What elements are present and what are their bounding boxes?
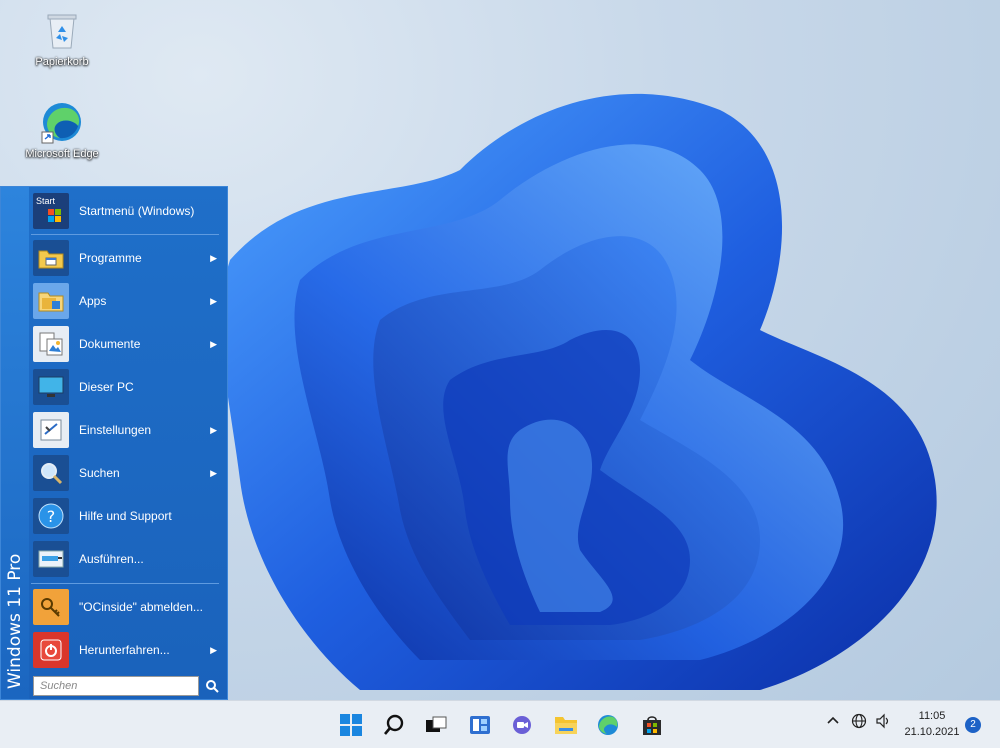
menu-item-hilfe-und-support[interactable]: ? Hilfe und Support (31, 495, 227, 537)
monitor-icon (33, 369, 69, 405)
start-menu-side-band: Windows 11 Pro (1, 187, 29, 699)
edge-icon (40, 100, 84, 144)
store-icon[interactable] (638, 711, 666, 739)
power-icon (33, 632, 69, 668)
settings-icon (33, 412, 69, 448)
submenu-arrow-icon: ▶ (210, 644, 217, 655)
taskbar-search-icon[interactable] (380, 711, 408, 739)
logoff-key-icon (33, 589, 69, 625)
menu-item-label: Startmenü (Windows) (79, 204, 195, 218)
help-icon: ? (33, 498, 69, 534)
edge-taskbar-icon[interactable] (594, 711, 622, 739)
submenu-arrow-icon: ▶ (210, 252, 217, 263)
desktop-icon-edge[interactable]: Microsoft Edge (17, 100, 107, 160)
menu-item-label: Hilfe und Support (79, 509, 172, 523)
desktop-icon-label: Microsoft Edge (25, 148, 99, 160)
menu-item-dokumente[interactable]: Dokumente ▶ (31, 323, 227, 365)
teams-chat-icon[interactable] (508, 711, 536, 739)
edition-label: Windows 11 Pro (5, 553, 25, 689)
submenu-arrow-icon: ▶ (210, 467, 217, 478)
submenu-arrow-icon: ▶ (210, 295, 217, 306)
menu-item-windows-start[interactable]: Start Startmenü (Windows) (31, 190, 227, 232)
menu-item-label: Suchen (79, 466, 120, 480)
start-search-input[interactable]: Suchen (33, 676, 199, 696)
menu-item-ausfuehren[interactable]: Ausführen... (31, 538, 227, 580)
menu-item-label: Einstellungen (79, 423, 152, 437)
menu-item-label: Ausführen... (79, 552, 144, 566)
menu-item-label: Apps (79, 294, 107, 308)
submenu-arrow-icon: ▶ (210, 424, 217, 435)
task-view-icon[interactable] (422, 711, 450, 739)
menu-item-dieser-pc[interactable]: Dieser PC (31, 366, 227, 408)
menu-item-label: Dieser PC (79, 380, 134, 394)
menu-item-suchen[interactable]: Suchen ▶ (31, 452, 227, 494)
volume-icon[interactable] (875, 713, 891, 732)
menu-item-label: Herunterfahren... (79, 643, 170, 657)
menu-item-programme[interactable]: Programme ▶ (31, 237, 227, 279)
run-icon (33, 541, 69, 577)
menu-item-label: Programme (79, 251, 142, 265)
notification-badge[interactable]: 2 (965, 717, 981, 733)
taskbar-clock[interactable]: 11:05 21.10.2021 (900, 708, 964, 740)
menu-separator (31, 583, 219, 584)
magnifier-icon (33, 455, 69, 491)
clock-date: 21.10.2021 (904, 726, 960, 738)
recycle-bin-icon (40, 8, 84, 52)
windows-start-icon[interactable] (337, 711, 365, 739)
documents-icon (33, 326, 69, 362)
menu-item-label: Dokumente (79, 337, 141, 351)
svg-text:?: ? (47, 507, 56, 526)
taskbar: 11:05 21.10.2021 2 (0, 700, 1000, 748)
menu-item-herunterfahren[interactable]: Herunterfahren... ▶ (31, 629, 227, 671)
menu-item-label: "OCinside" abmelden... (79, 600, 203, 614)
start-logo-icon: Start (33, 193, 69, 229)
menu-item-abmelden[interactable]: "OCinside" abmelden... (31, 586, 227, 628)
chevron-up-icon[interactable] (827, 715, 839, 728)
menu-item-apps[interactable]: Apps ▶ (31, 280, 227, 322)
menu-separator (31, 234, 219, 235)
classic-start-menu: Windows 11 Pro Start Startmenü (Windows)… (0, 186, 228, 700)
apps-folder-icon (33, 283, 69, 319)
programs-icon (33, 240, 69, 276)
submenu-arrow-icon: ▶ (210, 338, 217, 349)
desktop-icon-recycle-bin[interactable]: Papierkorb (17, 8, 107, 68)
desktop-icon-label: Papierkorb (35, 56, 89, 68)
widgets-icon[interactable] (466, 711, 494, 739)
clock-time: 11:05 (918, 710, 946, 722)
menu-item-einstellungen[interactable]: Einstellungen ▶ (31, 409, 227, 451)
file-explorer-icon[interactable] (552, 711, 580, 739)
search-icon[interactable] (201, 676, 223, 696)
network-globe-icon[interactable] (851, 713, 867, 732)
